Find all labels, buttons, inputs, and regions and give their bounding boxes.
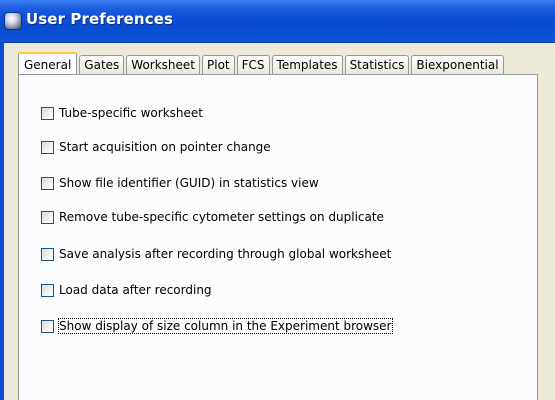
tab-gates[interactable]: Gates — [79, 55, 125, 74]
option-start-acquisition[interactable]: Start acquisition on pointer change — [41, 139, 271, 155]
window-title: User Preferences — [26, 10, 174, 28]
checkbox[interactable] — [41, 210, 54, 224]
tab-plot[interactable]: Plot — [202, 55, 235, 74]
general-tab-panel: Tube-specific worksheet Start acquisitio… — [18, 74, 538, 400]
option-label: Load data after recording — [59, 283, 212, 297]
app-icon — [5, 13, 21, 29]
option-label: Start acquisition on pointer change — [59, 140, 271, 154]
tab-strip: General Gates Worksheet Plot FCS Templat… — [18, 52, 506, 74]
checkbox[interactable] — [41, 140, 54, 154]
checkbox[interactable] — [41, 247, 54, 261]
option-remove-cytometer-settings[interactable]: Remove tube-specific cytometer settings … — [41, 209, 384, 225]
window-frame-left — [0, 43, 4, 400]
option-load-data[interactable]: Load data after recording — [41, 282, 212, 298]
tab-worksheet[interactable]: Worksheet — [126, 55, 201, 74]
option-label: Show file identifier (GUID) in statistic… — [59, 176, 319, 190]
title-bar[interactable]: User Preferences — [0, 0, 555, 43]
tab-statistics[interactable]: Statistics — [344, 55, 410, 74]
option-tube-specific-worksheet[interactable]: Tube-specific worksheet — [41, 105, 203, 121]
tab-general[interactable]: General — [18, 52, 78, 74]
option-label: Save analysis after recording through gl… — [59, 247, 392, 261]
option-label: Show display of size column in the Exper… — [58, 318, 393, 334]
tab-templates[interactable]: Templates — [271, 55, 343, 74]
tab-fcs[interactable]: FCS — [236, 55, 270, 74]
option-label: Remove tube-specific cytometer settings … — [59, 210, 384, 224]
option-show-size-column[interactable]: Show display of size column in the Exper… — [41, 318, 393, 334]
option-show-guid[interactable]: Show file identifier (GUID) in statistic… — [41, 175, 319, 191]
option-save-analysis[interactable]: Save analysis after recording through gl… — [41, 246, 391, 262]
checkbox[interactable] — [41, 319, 54, 333]
user-preferences-window: User Preferences General Gates Worksheet… — [0, 0, 555, 400]
checkbox[interactable] — [41, 283, 54, 297]
checkbox[interactable] — [41, 106, 54, 120]
checkbox[interactable] — [41, 176, 54, 190]
option-label: Tube-specific worksheet — [59, 106, 203, 120]
tab-biexponential[interactable]: Biexponential — [411, 55, 504, 74]
